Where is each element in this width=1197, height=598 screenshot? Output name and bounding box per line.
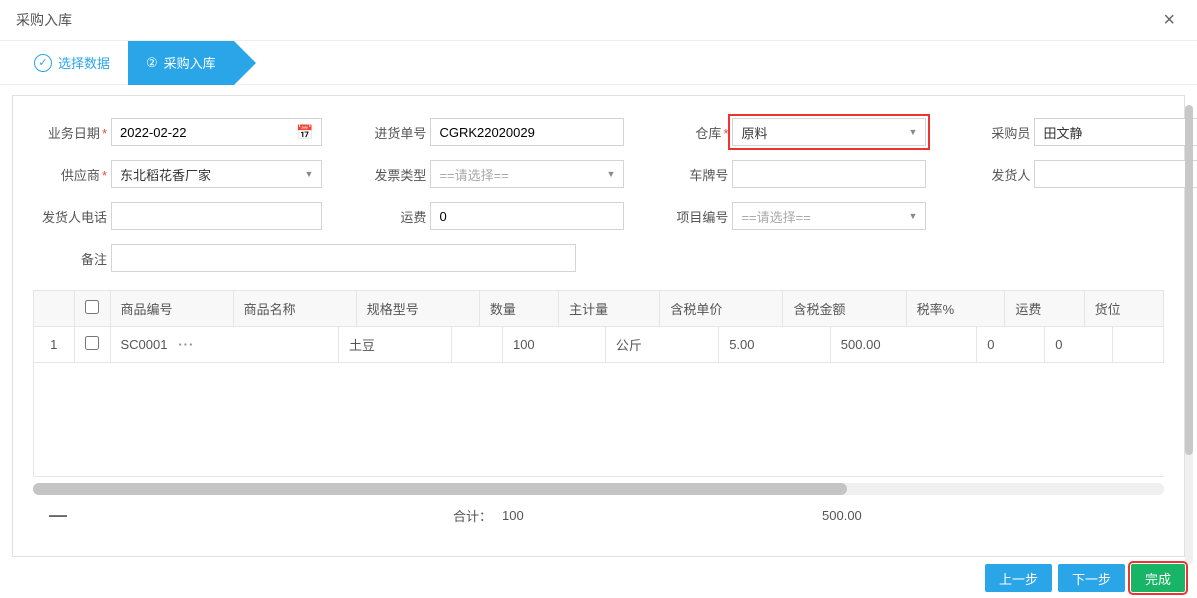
step-num: ② — [146, 55, 158, 71]
table-header-row: 商品编号 商品名称 规格型号 数量 主计量 含税单价 含税金额 税率% 运费 货… — [34, 291, 1164, 327]
items-table: 商品编号 商品名称 规格型号 数量 主计量 含税单价 含税金额 税率% 运费 货… — [33, 290, 1164, 477]
chevron-down-icon: ▼ — [909, 127, 918, 137]
supplier-select[interactable]: 东北稻花香厂家 ▼ — [111, 160, 322, 188]
remove-row-icon[interactable]: — — [33, 505, 83, 526]
shipper-input[interactable] — [1034, 160, 1197, 188]
freight-input[interactable] — [430, 202, 624, 230]
invoice-type-select[interactable]: ==请选择== ▼ — [430, 160, 624, 188]
form-panel: 业务日期* 📅 进货单号 仓库* 原料 ▼ — [12, 95, 1185, 557]
field-purchaser: 采购员 田文静 ▼ — [956, 118, 1197, 146]
field-shipper: 发货人 — [956, 160, 1197, 188]
field-warehouse: 仓库* 原料 ▼ — [654, 118, 926, 146]
plate-input[interactable] — [732, 160, 926, 188]
scrollbar-thumb[interactable] — [33, 483, 847, 495]
biz-date-input[interactable]: 📅 — [111, 118, 322, 146]
project-no-select[interactable]: ==请选择== ▼ — [732, 202, 926, 230]
chevron-down-icon: ▼ — [305, 169, 314, 179]
select-all-checkbox[interactable] — [85, 300, 99, 314]
step-purchase-stockin[interactable]: ② 采购入库 — [128, 41, 234, 85]
footer-actions: 上一步 下一步 完成 — [985, 564, 1185, 592]
field-biz-date: 业务日期* 📅 — [33, 118, 322, 146]
modal-header: 采购入库 × — [0, 0, 1197, 41]
purchaser-select[interactable]: 田文静 ▼ — [1034, 118, 1197, 146]
scrollbar-thumb[interactable] — [1185, 105, 1193, 455]
close-icon[interactable]: × — [1157, 8, 1181, 32]
totals-row: — 合计： 100 500.00 — [33, 499, 1164, 532]
step-select-data[interactable]: 选择数据 — [16, 41, 128, 85]
step-label: 选择数据 — [58, 53, 110, 72]
remark-input[interactable] — [111, 244, 576, 272]
field-project-no: 项目编号 ==请选择== ▼ — [654, 202, 926, 230]
table-row[interactable]: 1 SC0001 ··· 土豆 100 公斤 5.00 500.00 0 — [34, 327, 1164, 363]
calendar-icon[interactable]: 📅 — [296, 124, 313, 141]
done-button[interactable]: 完成 — [1131, 564, 1185, 592]
vertical-scrollbar[interactable] — [1185, 105, 1193, 565]
stock-no-input[interactable] — [430, 118, 624, 146]
field-shipper-tel: 发货人电话 — [33, 202, 322, 230]
field-invoice-type: 发票类型 ==请选择== ▼ — [352, 160, 624, 188]
field-plate: 车牌号 — [654, 160, 926, 188]
chevron-down-icon: ▼ — [909, 211, 918, 221]
warehouse-select[interactable]: 原料 ▼ — [732, 118, 926, 146]
field-supplier: 供应商* 东北稻花香厂家 ▼ — [33, 160, 322, 188]
prev-button[interactable]: 上一步 — [985, 564, 1052, 592]
ellipsis-icon[interactable]: ··· — [178, 337, 194, 352]
chevron-down-icon: ▼ — [607, 169, 616, 179]
check-icon — [34, 54, 52, 72]
field-remark: 备注 — [33, 244, 1164, 272]
field-freight: 运费 — [352, 202, 624, 230]
modal-purchase-stockin: 采购入库 × 选择数据 ② 采购入库 业务日期* 📅 — [0, 0, 1197, 598]
modal-title: 采购入库 — [16, 10, 72, 30]
row-checkbox[interactable] — [85, 336, 99, 350]
next-button[interactable]: 下一步 — [1058, 564, 1125, 592]
field-stock-no: 进货单号 — [352, 118, 624, 146]
steps-bar: 选择数据 ② 采购入库 — [0, 41, 1197, 85]
horizontal-scrollbar[interactable] — [33, 483, 1164, 495]
shipper-tel-input[interactable] — [111, 202, 322, 230]
step-label: 采购入库 — [164, 53, 216, 72]
